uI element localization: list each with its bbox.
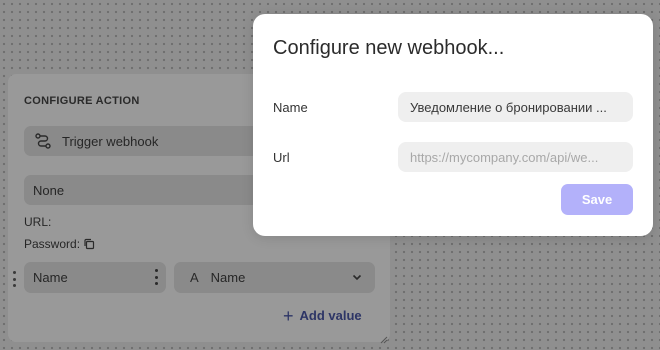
- url-info: URL:: [24, 215, 51, 229]
- kebab-menu-icon[interactable]: [154, 269, 158, 285]
- resize-grip-icon[interactable]: [379, 331, 388, 344]
- modal-title: Configure new webhook...: [273, 37, 505, 59]
- name-input[interactable]: [398, 92, 633, 122]
- password-info: Password:: [24, 237, 95, 251]
- password-info-label: Password:: [24, 237, 81, 251]
- copy-icon[interactable]: [83, 238, 95, 250]
- route-icon: [34, 132, 52, 150]
- drag-handle-icon[interactable]: [11, 271, 17, 287]
- value-name-field[interactable]: Name: [24, 262, 166, 293]
- webhook-modal: Configure new webhook... Name Url Save: [253, 14, 653, 236]
- value-name-text: Name: [33, 270, 68, 285]
- name-label: Name: [273, 100, 308, 115]
- action-type-select[interactable]: Trigger webhook: [24, 126, 274, 156]
- value-source-label: Name: [210, 270, 246, 285]
- url-info-label: URL:: [24, 215, 52, 229]
- add-value-button[interactable]: + Add value: [283, 305, 362, 326]
- text-type-icon: A: [190, 270, 199, 285]
- plus-icon: +: [283, 305, 294, 326]
- save-button[interactable]: Save: [561, 184, 633, 215]
- webhook-select-value: None: [33, 182, 65, 198]
- url-input[interactable]: [398, 142, 633, 172]
- panel-title: CONFIGURE ACTION: [24, 95, 140, 107]
- url-label: Url: [273, 150, 290, 165]
- action-type-label: Trigger webhook: [62, 133, 159, 149]
- chevron-down-icon: [351, 271, 363, 283]
- webhook-select[interactable]: None: [24, 175, 274, 205]
- value-source-select[interactable]: A Name: [174, 262, 375, 293]
- add-value-label: Add value: [299, 308, 362, 323]
